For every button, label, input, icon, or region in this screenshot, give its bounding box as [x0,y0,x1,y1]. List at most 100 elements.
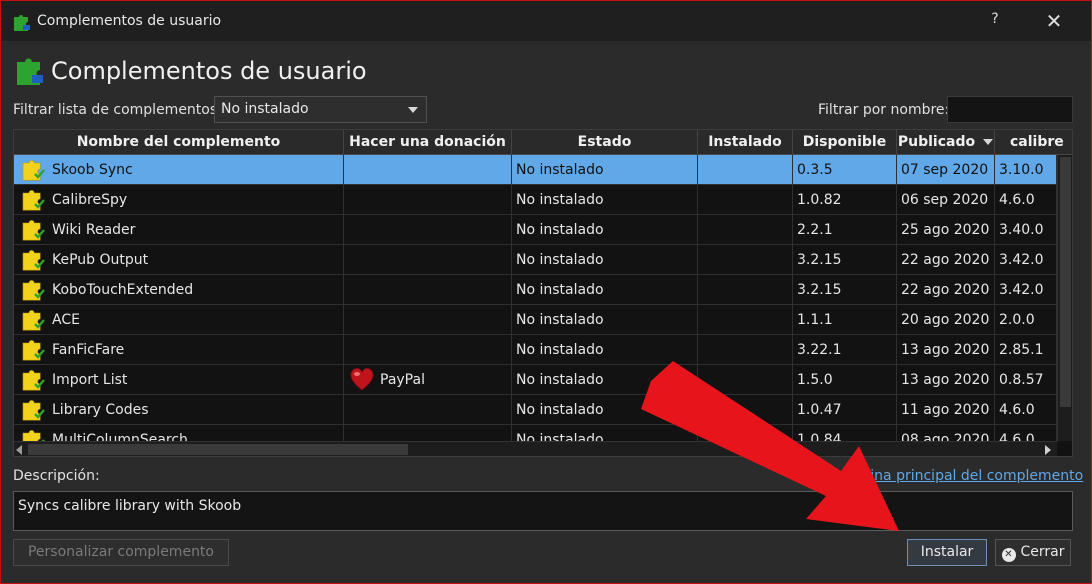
cell-installed [698,425,793,441]
cell-published: 20 ago 2020 [897,305,995,335]
cell-installed [698,275,793,305]
cell-text: 3.2.15 [797,252,842,268]
cell-text[interactable]: PayPal [380,372,425,388]
cell-text: 06 sep 2020 [901,192,989,208]
column-header-available[interactable]: Disponible [793,130,897,155]
cell-text: 3.22.1 [797,342,842,358]
plugins-table: Nombre del complemento Hacer una donació… [13,129,1073,457]
plugin-puzzle-icon [20,336,46,362]
cell-text: 4.6.0 [999,432,1035,441]
cell-calibre: 3.42.0 [995,245,1057,275]
cell-donate [344,395,512,425]
vertical-scrollbar[interactable] [1057,155,1072,441]
horizontal-scrollbar-thumb[interactable] [28,444,408,455]
table-row[interactable]: Wiki Reader No instalado 2.2.1 25 ago 2020 3… [14,215,1057,245]
cell-status: No instalado [512,335,698,365]
cell-text: No instalado [516,192,604,208]
cell-text: 4.6.0 [999,402,1035,418]
puzzle-header-icon [17,58,43,85]
help-button[interactable]: ? [985,11,1005,31]
cell-available: 1.0.82 [793,185,897,215]
cell-calibre: 0.8.57 [995,365,1057,395]
table-row[interactable]: Library Codes No instalado 1.0.47 11 ago 20… [14,395,1057,425]
scroll-right-icon[interactable] [1045,445,1051,455]
cell-text: 3.10.0 [999,162,1044,178]
plugin-homepage-link[interactable]: Página principal del complemento [845,468,1083,484]
window-title: Complementos de usuario [37,13,222,29]
cell-available: 0.3.5 [793,155,897,185]
filter-selected-value: No instalado [221,101,309,117]
table-row[interactable]: ACE No instalado 1.1.1 20 ago 2020 2.0.0 [14,305,1057,335]
plugin-puzzle-icon [20,366,46,392]
plugin-puzzle-icon [20,156,46,182]
cell-published: 22 ago 2020 [897,245,995,275]
cell-status: No instalado [512,425,698,441]
customize-plugin-button[interactable]: Personalizar complemento [13,539,229,566]
scroll-left-icon[interactable] [16,445,22,455]
cell-text: No instalado [516,252,604,268]
heart-icon[interactable] [348,366,376,392]
plugins-dialog: Complementos de usuario ? ✕ Complementos… [0,0,1092,584]
cell-text: ACE [52,312,80,328]
cell-text: 22 ago 2020 [901,282,990,298]
cell-text: 13 ago 2020 [901,372,990,388]
cell-text: 3.40.0 [999,222,1044,238]
cell-text: CalibreSpy [52,192,128,208]
cell-name: FanFicFare [14,335,344,365]
column-header-donate[interactable]: Hacer una donación [344,130,512,155]
plugin-puzzle-icon [20,396,46,422]
cell-text: FanFicFare [52,342,125,358]
filter-dropdown[interactable]: No instalado [214,96,427,123]
cell-text: 08 ago 2020 [901,432,990,441]
cell-calibre: 2.0.0 [995,305,1057,335]
name-filter-input[interactable] [947,96,1073,123]
cell-published: 06 sep 2020 [897,185,995,215]
title-bar: Complementos de usuario ? ✕ [1,1,1091,41]
puzzle-app-icon [14,15,30,31]
cell-published: 13 ago 2020 [897,335,995,365]
cell-text: 2.0.0 [999,312,1035,328]
table-row[interactable]: FanFicFare No instalado 3.22.1 13 ago 2020 2… [14,335,1057,365]
cell-text: No instalado [516,162,604,178]
cell-status: No instalado [512,305,698,335]
cell-installed [698,215,793,245]
cell-text: 11 ago 2020 [901,402,990,418]
cell-published: 08 ago 2020 [897,425,995,441]
close-window-button[interactable]: ✕ [1039,7,1069,35]
cell-donate [344,425,512,441]
table-row[interactable]: KePub Output No instalado 3.2.15 22 ago 202… [14,245,1057,275]
page-title: Complementos de usuario [51,57,367,85]
cell-name: Wiki Reader [14,215,344,245]
column-header-name[interactable]: Nombre del complemento [14,130,344,155]
table-row[interactable]: CalibreSpy No instalado 1.0.82 06 sep 2020 4… [14,185,1057,215]
table-row[interactable]: MultiColumnSearch No instalado 1.0.84 08 ag… [14,425,1057,441]
cell-available: 1.0.47 [793,395,897,425]
horizontal-scrollbar[interactable] [14,441,1057,456]
chevron-down-icon [408,107,418,113]
table-row[interactable]: KoboTouchExtended No instalado 3.2.15 22 ag… [14,275,1057,305]
close-button[interactable]: ✕ Cerrar [995,539,1071,566]
install-button[interactable]: Instalar [907,539,987,566]
column-header-published[interactable]: Publicado [897,130,995,155]
vertical-scrollbar-thumb[interactable] [1060,157,1071,407]
cell-text: 3.42.0 [999,282,1044,298]
cell-status: No instalado [512,215,698,245]
column-header-status[interactable]: Estado [512,130,698,155]
cell-name: KePub Output [14,245,344,275]
cell-text: 1.0.47 [797,402,842,418]
cell-text: 20 ago 2020 [901,312,990,328]
cell-text: 2.85.1 [999,342,1044,358]
cell-published: 13 ago 2020 [897,365,995,395]
cell-name: ACE [14,305,344,335]
name-filter-label: Filtrar por nombre: [818,102,950,118]
column-header-installed[interactable]: Instalado [698,130,793,155]
cell-available: 2.2.1 [793,215,897,245]
column-header-calibre[interactable]: calibre [995,130,1072,155]
description-box: Syncs calibre library with Skoob [13,491,1073,531]
table-row[interactable]: Skoob Sync No instalado 0.3.5 07 sep 2020 3.… [14,155,1057,185]
table-row[interactable]: Import List PayPal No instalado 1.5.0 13 ago… [14,365,1057,395]
cell-text: No instalado [516,402,604,418]
cell-donate [344,305,512,335]
cell-text: Skoob Sync [52,162,133,178]
cell-available: 1.5.0 [793,365,897,395]
